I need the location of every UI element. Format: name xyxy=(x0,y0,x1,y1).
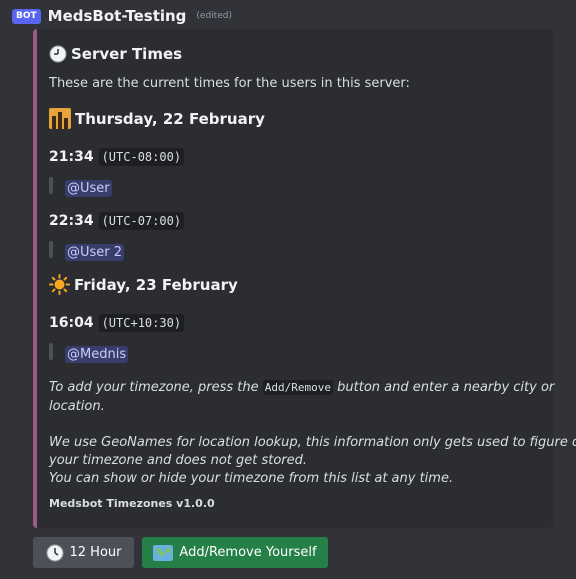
embed: Server Times These are the current times… xyxy=(33,29,576,528)
embed-title: Server Times xyxy=(49,45,182,63)
user-mention[interactable]: @User xyxy=(65,180,112,197)
time-value: 22:34 xyxy=(49,213,94,229)
note-line: your timezone and does not get stored. xyxy=(49,453,308,468)
edited-label: (edited) xyxy=(196,11,232,21)
user-mention-row: @User xyxy=(65,177,112,197)
instructions-text: To add your timezone, press the Add/Remo… xyxy=(49,379,554,397)
time-entry: 22:34 (UTC-07:00) xyxy=(49,212,185,230)
time-entry: 16:04 (UTC+10:30) xyxy=(49,314,185,332)
night-city-icon xyxy=(49,108,71,129)
clock-icon xyxy=(46,544,64,562)
utc-offset: (UTC+10:30) xyxy=(98,314,185,332)
message-header: BOT MedsBot-Testing (edited) xyxy=(12,5,232,27)
user-mention[interactable]: @Mednis xyxy=(65,346,129,363)
quote-bar xyxy=(49,177,53,194)
day-heading-friday: Friday, 23 February xyxy=(49,274,238,295)
embed-title-text: Server Times xyxy=(71,45,183,63)
time-value: 16:04 xyxy=(49,315,94,331)
add-remove-label: Add/Remove Yourself xyxy=(179,545,317,560)
quote-bar xyxy=(49,241,53,258)
user-mention-row: @Mednis xyxy=(65,343,129,363)
sun-icon xyxy=(49,274,70,295)
hour-format-label: 12 Hour xyxy=(69,545,122,560)
hour-format-button[interactable]: 12 Hour xyxy=(33,537,134,568)
bot-username[interactable]: MedsBot-Testing xyxy=(48,7,187,25)
utc-offset: (UTC-08:00) xyxy=(98,148,185,166)
instructions-line2: location. xyxy=(49,399,105,414)
user-mention[interactable]: @User 2 xyxy=(65,244,125,261)
instructions-pre: To add your timezone, press the xyxy=(49,380,263,395)
time-entry: 21:34 (UTC-08:00) xyxy=(49,148,185,166)
bot-badge: BOT xyxy=(12,8,41,24)
embed-footer: Medsbot Timezones v1.0.0 xyxy=(49,497,215,510)
day-label: Friday, 23 February xyxy=(74,275,238,294)
day-heading-thursday: Thursday, 22 February xyxy=(49,108,265,129)
add-remove-button[interactable]: Add/Remove Yourself xyxy=(142,537,328,568)
utc-offset: (UTC-07:00) xyxy=(98,212,185,230)
inline-code-add-remove: Add/Remove xyxy=(262,380,334,395)
day-label: Thursday, 22 February xyxy=(75,109,265,128)
clock-icon xyxy=(49,45,67,63)
quote-bar xyxy=(49,343,53,360)
embed-description: These are the current times for the user… xyxy=(49,76,410,91)
instructions-post: button and enter a nearby city or xyxy=(333,380,555,395)
user-mention-row: @User 2 xyxy=(65,241,125,261)
note-line: You can show or hide your timezone from … xyxy=(49,471,454,486)
world-map-icon xyxy=(153,544,174,561)
note-line: We use GeoNames for location lookup, thi… xyxy=(49,435,576,450)
time-value: 21:34 xyxy=(49,149,94,165)
